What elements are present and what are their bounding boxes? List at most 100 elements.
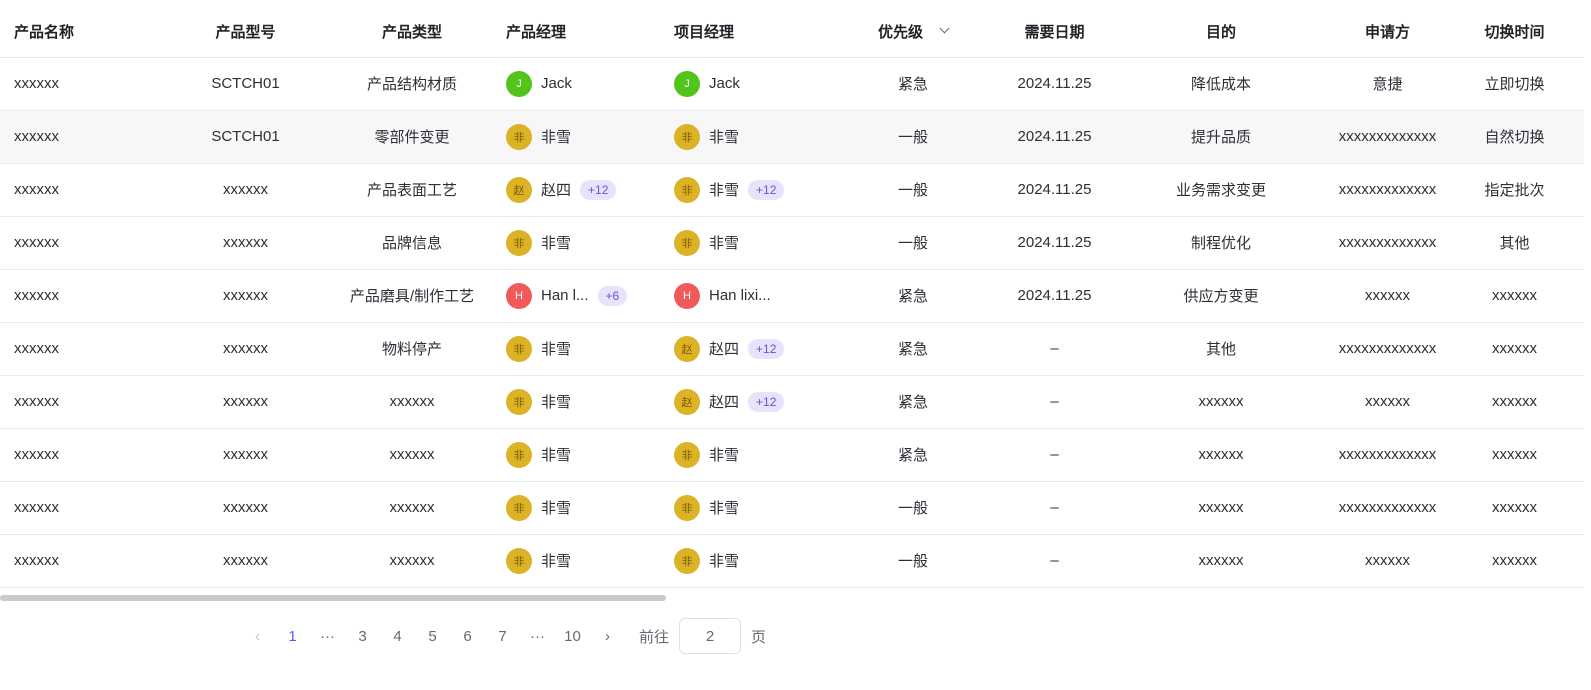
person-chip[interactable]: 非非雪 — [496, 123, 571, 150]
switch-time-cell: 立即切换 — [1445, 57, 1584, 111]
person-chip[interactable]: 非非雪 — [496, 441, 571, 468]
person-chip[interactable]: 非非雪 — [663, 123, 739, 150]
table-row[interactable]: xxxxxx SCTCH01 产品结构材质 J Jack J Jack 紧急 2024.11.2… — [0, 57, 1584, 111]
avatar: 非 — [674, 176, 700, 203]
person-chip[interactable]: 非非雪 — [496, 229, 571, 256]
table-row[interactable]: xxxxxx xxxxxx 品牌信息非非雪非非雪 一般 2024.11.25 制程优化 xx… — [0, 216, 1584, 270]
more-count-badge[interactable]: +12 — [748, 338, 785, 359]
avatar: 赵 — [674, 388, 700, 415]
more-count-badge[interactable]: +12 — [580, 179, 617, 200]
page-number[interactable]: 10 — [555, 628, 590, 645]
column-header-product-name[interactable]: 产品名称 — [0, 6, 163, 58]
person-chip[interactable]: 赵赵四 +12 — [663, 335, 785, 362]
switch-time-cell: xxxxxx — [1445, 322, 1584, 376]
project-manager-cell: 非非雪 — [663, 481, 829, 535]
person-chip[interactable]: 非非雪 — [663, 547, 740, 574]
column-header-purpose[interactable]: 目的 — [1112, 6, 1330, 58]
required-date-cell: 2024.11.25 — [997, 163, 1112, 217]
product-type-cell: xxxxxx — [328, 428, 496, 482]
chevron-left-icon[interactable]: ‹ — [240, 628, 275, 645]
chevron-down-icon[interactable] — [939, 23, 950, 34]
page-number[interactable]: 1 — [275, 628, 310, 645]
horizontal-scrollbar[interactable] — [0, 595, 666, 601]
product-model-cell: xxxxxx — [163, 481, 328, 535]
purpose-cell: 降低成本 — [1112, 57, 1330, 111]
switch-time-cell: xxxxxx — [1445, 481, 1584, 535]
page-number[interactable]: 6 — [450, 628, 485, 645]
priority-cell: 紧急 — [829, 375, 997, 429]
page-ellipsis[interactable]: ··· — [310, 628, 345, 645]
person-name: Han l... — [541, 287, 589, 304]
priority-cell: 一般 — [829, 110, 997, 164]
person-name: 非雪 — [709, 553, 740, 570]
column-header-product-model[interactable]: 产品型号 — [163, 6, 328, 58]
required-date-cell: – — [997, 375, 1112, 429]
chevron-right-icon[interactable]: › — [590, 628, 625, 645]
column-header-label: 项目经理 — [674, 23, 735, 41]
purpose-cell: 供应方变更 — [1112, 269, 1330, 323]
more-count-badge[interactable]: +6 — [597, 285, 628, 306]
column-header-product-type[interactable]: 产品类型 — [328, 6, 496, 58]
purpose-cell: xxxxxx — [1112, 481, 1330, 535]
page-number[interactable]: 7 — [485, 628, 520, 645]
person-chip[interactable]: 非非雪 — [496, 335, 571, 362]
page-number[interactable]: 3 — [345, 628, 380, 645]
person-chip[interactable]: H Han lixi... — [663, 282, 771, 309]
person-chip[interactable]: 赵赵四 +12 — [496, 176, 617, 203]
person-chip[interactable]: 非非雪 +12 — [663, 176, 785, 203]
table-row[interactable]: xxxxxx xxxxxx xxxxxx 非非雪赵赵四 +12 紧急 – xxxxxx xxxx… — [0, 375, 1584, 429]
person-chip[interactable]: H Han l... +6 — [496, 282, 628, 309]
applicant-cell: xxxxxx — [1330, 375, 1445, 429]
table-row[interactable]: xxxxxxxxxxxxxxxxxx非非雪非非雪一般–xxxxxxxxxxxxx… — [0, 534, 1584, 588]
product-model-cell: SCTCH01 — [163, 57, 328, 111]
person-chip[interactable]: 非非雪 — [496, 494, 571, 521]
page-number[interactable]: 4 — [380, 628, 415, 645]
page-number[interactable]: 5 — [415, 628, 450, 645]
person-chip[interactable]: 赵赵四 +12 — [663, 388, 785, 415]
person-chip[interactable]: 非非雪 — [496, 388, 571, 415]
table-row[interactable]: xxxxxx xxxxxx 产品磨具/制作工艺 H Han l... +6 H Han lix… — [0, 269, 1584, 323]
column-header-required-date[interactable]: 需要日期 — [997, 6, 1112, 58]
column-header-product-manager[interactable]: 产品经理 — [496, 6, 663, 58]
table-row[interactable]: xxxxxx SCTCH01 零部件变更非非雪非非雪 一般 2024.11.25 提升品质… — [0, 110, 1584, 164]
column-header-applicant[interactable]: 申请方 — [1330, 6, 1445, 58]
required-date-cell: 2024.11.25 — [997, 57, 1112, 111]
person-chip[interactable]: 非非雪 — [663, 229, 739, 256]
table-row[interactable]: xxxxxx xxxxxx xxxxxx 非非雪非非雪 紧急 – xxxxxx xxxxxxx… — [0, 428, 1584, 482]
person-chip[interactable]: 非非雪 — [496, 547, 571, 574]
avatar: J — [674, 70, 700, 97]
switch-time-cell: 其他 — [1445, 216, 1584, 270]
avatar: 非 — [506, 229, 532, 256]
avatar: 非 — [674, 123, 700, 150]
avatar: 非 — [674, 229, 700, 256]
purpose-cell: 业务需求变更 — [1112, 163, 1330, 217]
switch-time-cell: 指定批次 — [1445, 163, 1584, 217]
goto-page-input[interactable] — [679, 618, 742, 654]
project-manager-cell: J Jack — [663, 57, 829, 111]
more-count-badge[interactable]: +12 — [748, 391, 785, 412]
page-ellipsis[interactable]: ··· — [520, 628, 555, 645]
priority-cell: 一般 — [829, 481, 997, 535]
more-count-badge[interactable]: +12 — [748, 179, 785, 200]
column-header-project-manager[interactable]: 项目经理 — [663, 6, 829, 58]
product-manager-cell: 非非雪 — [496, 322, 663, 376]
person-name: Jack — [709, 75, 740, 92]
applicant-cell: 意捷 — [1330, 57, 1445, 111]
column-header-priority[interactable]: 优先级 — [829, 6, 997, 58]
table-row[interactable]: xxxxxxxxxxxxxxxxxx非非雪非非雪一般–xxxxxxxxxxxxx… — [0, 481, 1584, 535]
product-manager-cell: 非非雪 — [496, 216, 663, 270]
person-chip[interactable]: J Jack — [663, 70, 740, 97]
priority-cell: 紧急 — [829, 322, 997, 376]
avatar: 非 — [506, 494, 532, 521]
table-row[interactable]: xxxxxx xxxxxx 产品表面工艺赵赵四 +12 非非雪 +12 一般 2024.11.… — [0, 163, 1584, 217]
priority-cell: 一般 — [829, 163, 997, 217]
person-chip[interactable]: 非非雪 — [663, 494, 739, 521]
product-manager-cell: H Han l... +6 — [496, 269, 663, 323]
person-chip[interactable]: J Jack — [496, 70, 572, 97]
table-row[interactable]: xxxxxx xxxxxx 物料停产非非雪赵赵四 +12 紧急 – 其他 xxxxxxxxxx… — [0, 322, 1584, 376]
person-chip[interactable]: 非非雪 — [663, 441, 739, 468]
product-model-cell: xxxxxx — [163, 375, 328, 429]
column-header-switch-time[interactable]: 切换时间 — [1445, 6, 1584, 58]
avatar: 非 — [506, 388, 532, 415]
applicant-cell: xxxxxxxxxxxxx — [1330, 216, 1445, 270]
